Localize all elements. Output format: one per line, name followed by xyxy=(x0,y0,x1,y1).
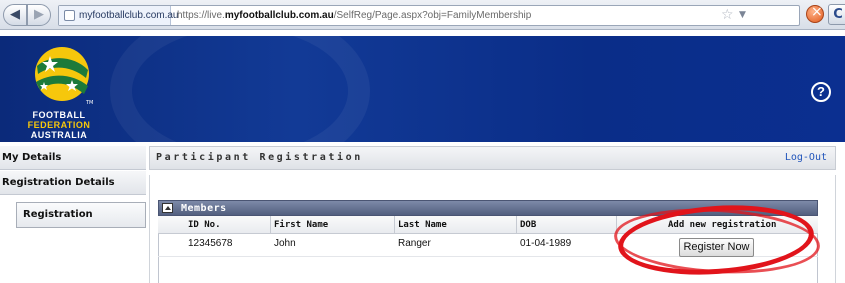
sidebar-item-registration-details[interactable]: Registration Details xyxy=(0,171,146,195)
url-prefix: https://live. xyxy=(177,10,225,21)
address-bar[interactable]: myfootballclub.com.au https://live.myfoo… xyxy=(58,5,800,26)
stop-icon[interactable] xyxy=(806,4,824,23)
svg-text:TM: TM xyxy=(85,100,93,106)
column-divider xyxy=(616,216,617,234)
logout-link[interactable]: Log-Out xyxy=(785,147,827,169)
members-title: Members xyxy=(181,203,227,214)
cell-last-name: Ranger xyxy=(398,238,431,249)
members-panel-header: Members xyxy=(158,200,818,216)
sidebar: My Details Registration Details Registra… xyxy=(0,146,146,283)
site-icon xyxy=(64,10,75,21)
logo-line-football: FOOTBALL xyxy=(32,110,86,120)
forward-arrow-icon[interactable]: ▶ xyxy=(27,4,51,26)
column-header-id: ID No. xyxy=(188,220,221,230)
column-header-dob: DOB xyxy=(520,220,537,230)
dropdown-icon[interactable]: ▼ xyxy=(739,7,746,24)
back-arrow-icon[interactable]: ◀ xyxy=(3,4,27,26)
cell-dob: 01-04-1989 xyxy=(520,238,572,249)
banner-decoration xyxy=(110,36,370,142)
column-header-last-name: Last Name xyxy=(398,220,447,230)
column-divider xyxy=(516,216,517,234)
page-title: Participant Registration xyxy=(156,152,363,163)
register-now-button[interactable]: Register Now xyxy=(679,238,754,257)
collapse-icon[interactable] xyxy=(162,203,173,213)
reload-icon[interactable]: C xyxy=(828,4,845,25)
star-icon[interactable]: ☆ xyxy=(721,7,734,24)
column-header-first-name: First Name xyxy=(274,220,329,230)
url-text[interactable]: https://live.myfootballclub.com.au/SelfR… xyxy=(177,6,531,25)
page-title-bar: Participant Registration Log-Out xyxy=(149,146,836,170)
nav-buttons: ◀ ▶ xyxy=(3,4,53,26)
site-identity-label: myfootballclub.com.au xyxy=(79,10,179,21)
header-banner: TM FOOTBALL FEDERATION AUSTRALIA ? xyxy=(0,36,845,142)
column-divider xyxy=(394,216,395,234)
browser-toolbar: ◀ ▶ myfootballclub.com.au https://live.m… xyxy=(0,0,845,30)
ffa-logo[interactable]: TM FOOTBALL FEDERATION AUSTRALIA xyxy=(0,36,118,142)
logo-line-australia: AUSTRALIA xyxy=(30,130,88,140)
sidebar-item-my-details[interactable]: My Details xyxy=(0,146,146,170)
ffa-logo-emblem: TM xyxy=(35,47,93,106)
logo-line-federation: FEDERATION xyxy=(27,120,91,130)
column-header-add-registration: Add new registration xyxy=(668,220,777,230)
help-icon[interactable]: ? xyxy=(811,82,831,102)
site-identity[interactable]: myfootballclub.com.au xyxy=(59,6,179,25)
cell-id: 12345678 xyxy=(188,238,233,249)
column-divider xyxy=(270,216,271,234)
url-domain: myfootballclub.com.au xyxy=(224,10,334,21)
sidebar-item-registration[interactable]: Registration xyxy=(16,202,146,228)
cell-first-name: John xyxy=(274,238,296,249)
url-path: /SelfReg/Page.aspx?obj=FamilyMembership xyxy=(333,10,532,21)
